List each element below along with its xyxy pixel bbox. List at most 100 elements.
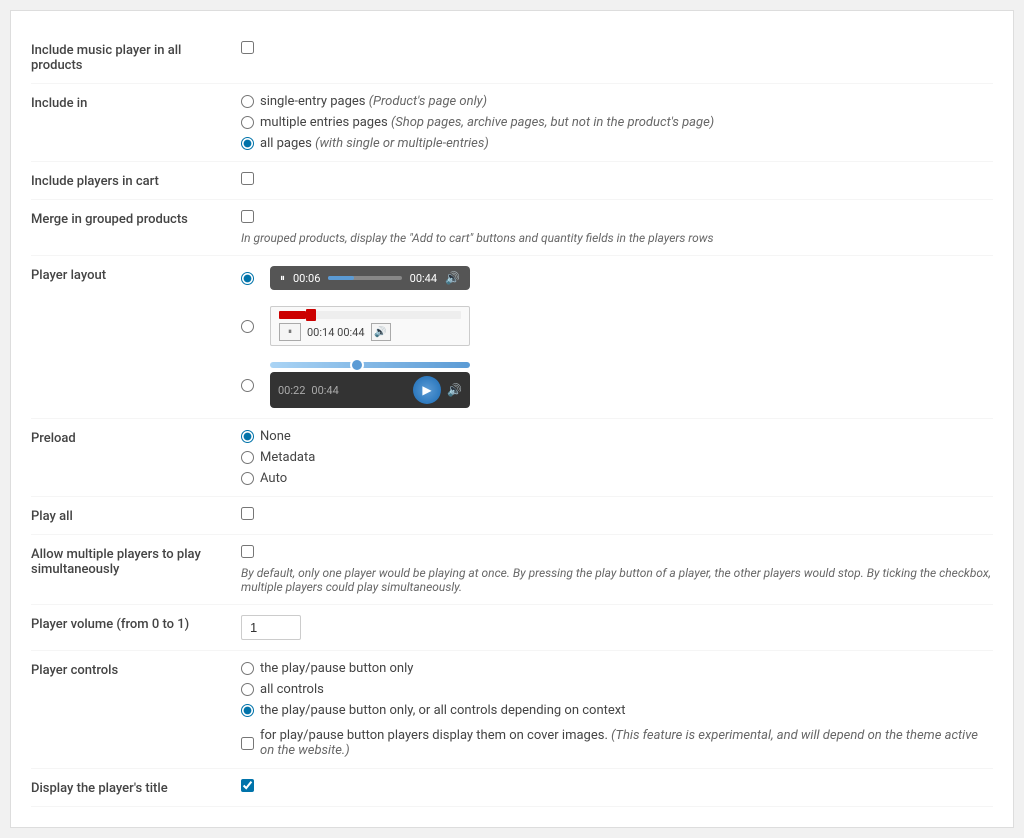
include-music-player-checkbox[interactable] — [241, 41, 254, 54]
player-layout-option-1[interactable]: ⏸ 00:06 00:44 🔊 — [241, 266, 993, 290]
display-title-checkbox[interactable] — [241, 779, 254, 792]
play-all-label: Play all — [31, 507, 231, 524]
player-volume-control — [231, 615, 993, 640]
player-layout-label: Player layout — [31, 266, 231, 283]
player-layout-option-3[interactable]: 00:22 00:44 ▶ 🔊 — [241, 362, 993, 408]
include-in-multiple-radio[interactable] — [241, 116, 254, 129]
player-preview-2: ⏸ 00:14 00:44 🔊 — [270, 306, 470, 346]
include-music-player-control — [231, 41, 993, 58]
include-in-single-label: single-entry pages (Product's page only) — [260, 94, 487, 109]
include-in-all-radio[interactable] — [241, 137, 254, 150]
preload-row: Preload None Metadata Auto — [31, 419, 993, 497]
player-controls-control: the play/pause button only all controls … — [231, 661, 993, 758]
controls-play-only-radio[interactable] — [241, 662, 254, 675]
player-layout-3-radio[interactable] — [241, 379, 254, 392]
player-preview-1: ⏸ 00:06 00:44 🔊 — [270, 266, 470, 290]
controls-all[interactable]: all controls — [241, 682, 993, 697]
player2-fill — [279, 311, 306, 319]
controls-all-radio[interactable] — [241, 683, 254, 696]
play-all-checkbox[interactable] — [241, 507, 254, 520]
include-in-control: single-entry pages (Product's page only)… — [231, 94, 993, 151]
player2-time: 00:14 00:44 — [307, 326, 365, 339]
allow-multiple-control: By default, only one player would be pla… — [231, 545, 993, 594]
play-all-control — [231, 507, 993, 524]
preload-metadata-label: Metadata — [260, 450, 315, 465]
include-in-multiple-label: multiple entries pages (Shop pages, arch… — [260, 115, 714, 130]
player1-time1: 00:06 — [293, 272, 320, 285]
allow-multiple-row: Allow multiple players to play simultane… — [31, 535, 993, 605]
include-in-all[interactable]: all pages (with single or multiple-entri… — [241, 136, 993, 151]
preload-none-radio[interactable] — [241, 430, 254, 443]
preload-auto[interactable]: Auto — [241, 471, 993, 486]
player2-progress — [279, 311, 461, 319]
allow-multiple-helper: By default, only one player would be pla… — [241, 566, 993, 594]
include-players-cart-row: Include players in cart — [31, 162, 993, 200]
preload-metadata-radio[interactable] — [241, 451, 254, 464]
merge-grouped-control: In grouped products, display the "Add to… — [231, 210, 993, 245]
play-all-row: Play all — [31, 497, 993, 535]
include-players-cart-label: Include players in cart — [31, 172, 231, 189]
player-volume-row: Player volume (from 0 to 1) — [31, 605, 993, 651]
player2-pause-btn: ⏸ — [279, 323, 301, 341]
player-controls-row: Player controls the play/pause button on… — [31, 651, 993, 769]
include-in-label: Include in — [31, 94, 231, 111]
player-layout-control: ⏸ 00:06 00:44 🔊 — [231, 266, 993, 408]
player3-time2: 00:44 — [311, 384, 338, 397]
player1-pause-icon: ⏸ — [280, 273, 285, 284]
display-title-row: Display the player's title — [31, 769, 993, 807]
merge-grouped-checkbox[interactable] — [241, 210, 254, 223]
controls-context-label: the play/pause button only, or all contr… — [260, 703, 625, 718]
player3-thumb — [350, 358, 364, 372]
allow-multiple-checkbox[interactable] — [241, 545, 254, 558]
player3-time1: 00:22 — [278, 384, 305, 397]
player3-play-btn: ▶ — [413, 376, 441, 404]
include-in-single-radio[interactable] — [241, 95, 254, 108]
player2-controls: ⏸ 00:14 00:44 🔊 — [279, 323, 461, 341]
display-title-control — [231, 779, 993, 796]
player-layout-option-2[interactable]: ⏸ 00:14 00:44 🔊 — [241, 306, 993, 346]
player3-controls: 00:22 00:44 ▶ 🔊 — [270, 372, 470, 408]
preload-control: None Metadata Auto — [231, 429, 993, 486]
player-volume-input[interactable] — [241, 615, 301, 640]
player-layout-2-radio[interactable] — [241, 320, 254, 333]
preload-none-label: None — [260, 429, 291, 444]
display-title-label: Display the player's title — [31, 779, 231, 796]
merge-grouped-helper: In grouped products, display the "Add to… — [241, 231, 993, 245]
controls-cover-images[interactable]: for play/pause button players display th… — [241, 728, 993, 758]
merge-grouped-row: Merge in grouped products In grouped pro… — [31, 200, 993, 256]
include-in-multiple[interactable]: multiple entries pages (Shop pages, arch… — [241, 115, 993, 130]
settings-panel: Include music player in all products Inc… — [10, 10, 1014, 828]
player-controls-label: Player controls — [31, 661, 231, 678]
include-players-cart-checkbox[interactable] — [241, 172, 254, 185]
player1-progress-fill — [328, 276, 354, 280]
include-music-player-row: Include music player in all products — [31, 31, 993, 84]
merge-grouped-label: Merge in grouped products — [31, 210, 231, 227]
controls-context[interactable]: the play/pause button only, or all contr… — [241, 703, 993, 718]
player2-thumb — [306, 309, 316, 321]
include-in-row: Include in single-entry pages (Product's… — [31, 84, 993, 162]
include-in-single[interactable]: single-entry pages (Product's page only) — [241, 94, 993, 109]
controls-cover-images-label: for play/pause button players display th… — [260, 728, 993, 758]
player-layout-1-radio[interactable] — [241, 272, 254, 285]
player3-progress — [270, 362, 470, 368]
controls-context-radio[interactable] — [241, 704, 254, 717]
preload-auto-label: Auto — [260, 471, 287, 486]
preload-none[interactable]: None — [241, 429, 993, 444]
controls-play-only[interactable]: the play/pause button only — [241, 661, 993, 676]
preload-auto-radio[interactable] — [241, 472, 254, 485]
preload-label: Preload — [31, 429, 231, 446]
include-music-player-label: Include music player in all products — [31, 41, 231, 73]
controls-cover-images-checkbox[interactable] — [241, 737, 254, 750]
player3-volume-icon: 🔊 — [447, 383, 462, 397]
include-in-all-label: all pages (with single or multiple-entri… — [260, 136, 489, 151]
player1-time2: 00:44 — [410, 272, 437, 285]
allow-multiple-label: Allow multiple players to play simultane… — [31, 545, 231, 577]
controls-play-only-label: the play/pause button only — [260, 661, 413, 676]
player2-volume-btn: 🔊 — [371, 323, 391, 341]
controls-all-label: all controls — [260, 682, 324, 697]
preload-metadata[interactable]: Metadata — [241, 450, 993, 465]
player-layout-row: Player layout ⏸ 00:06 00:44 🔊 — [31, 256, 993, 419]
include-players-cart-control — [231, 172, 993, 189]
player1-progress — [328, 276, 401, 280]
player1-volume-icon: 🔊 — [445, 271, 460, 285]
